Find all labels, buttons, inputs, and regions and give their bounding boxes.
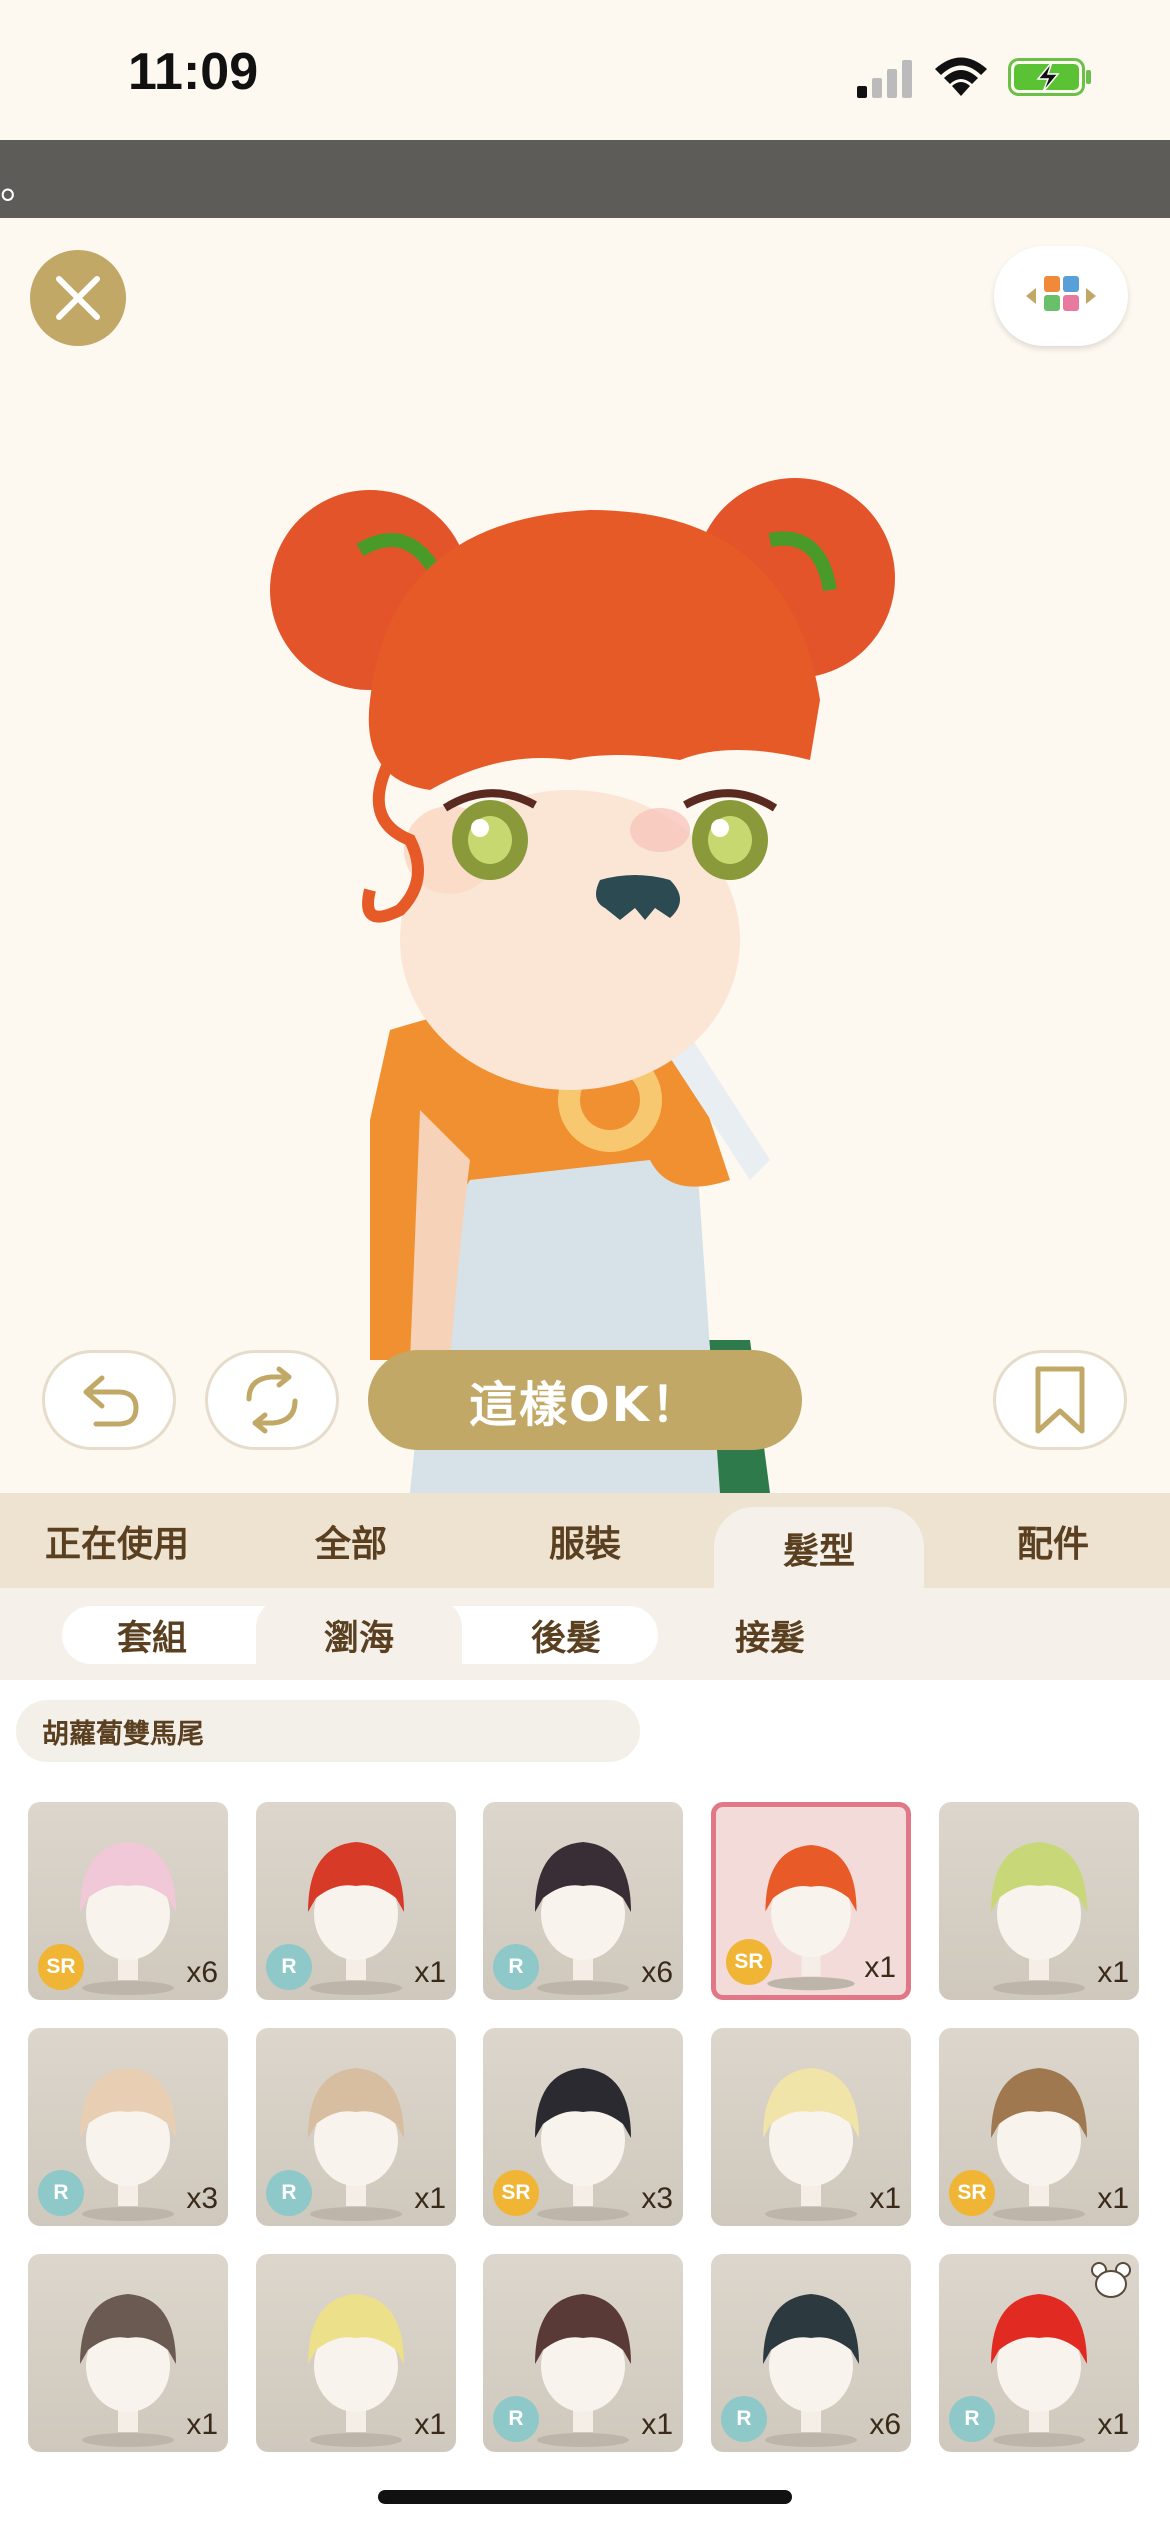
home-indicator: [378, 2490, 792, 2504]
close-button[interactable]: [30, 250, 126, 346]
banner-text: 。: [0, 162, 40, 208]
rarity-badge: R: [721, 2396, 767, 2442]
bookmark-button[interactable]: [993, 1350, 1127, 1450]
hair-item-tile[interactable]: x1: [711, 2028, 911, 2226]
item-count: x3: [641, 2182, 673, 2215]
sub-tab-extensions[interactable]: 接髮: [680, 1606, 860, 1664]
item-count: x6: [641, 1956, 673, 1989]
randomize-button[interactable]: [205, 1350, 339, 1450]
tab-all[interactable]: 全部: [234, 1493, 468, 1588]
item-count: x1: [414, 2408, 446, 2441]
grid-toggle-icon: [1026, 276, 1096, 311]
rarity-badge: R: [949, 2396, 995, 2442]
hair-item-tile[interactable]: Rx1: [483, 2254, 683, 2452]
wifi-icon: [935, 57, 987, 96]
shuffle-icon: [246, 1366, 298, 1434]
item-count: x1: [414, 2182, 446, 2215]
bookmark-icon: [1035, 1366, 1085, 1434]
selected-item-name: 胡蘿蔔雙馬尾: [16, 1700, 640, 1762]
rarity-badge: SR: [493, 2170, 539, 2216]
rarity-badge: R: [266, 1944, 312, 1990]
item-count: x1: [641, 2408, 673, 2441]
hair-item-tile[interactable]: x1: [939, 1802, 1139, 2000]
sub-tab-bangs[interactable]: 瀏海: [256, 1598, 462, 1672]
sub-tab-set[interactable]: 套組: [62, 1606, 242, 1664]
hair-item-tile[interactable]: Rx1: [939, 2254, 1139, 2452]
hair-item-tile[interactable]: SR x6: [28, 1802, 228, 2000]
confirm-ok-button[interactable]: 這樣OK！: [368, 1350, 802, 1450]
hair-item-tile[interactable]: Rx1: [256, 1802, 456, 2000]
item-count: x1: [414, 1956, 446, 1989]
hair-item-tile[interactable]: Rx3: [28, 2028, 228, 2226]
rarity-badge: R: [266, 2170, 312, 2216]
item-count: x1: [186, 2408, 218, 2441]
tab-clothing[interactable]: 服裝: [468, 1493, 702, 1588]
close-icon: [56, 276, 100, 320]
undo-icon: [83, 1375, 139, 1427]
tab-hairstyle[interactable]: 髮型: [714, 1507, 924, 1588]
item-count: x1: [1097, 1956, 1129, 1989]
item-count: x1: [864, 1951, 896, 1984]
sub-tab-back-hair[interactable]: 後髮: [476, 1606, 656, 1664]
rarity-badge: SR: [949, 2170, 995, 2216]
hair-item-tile[interactable]: SR x3: [483, 2028, 683, 2226]
item-count: x6: [186, 1956, 218, 1989]
notification-banner[interactable]: 。: [0, 140, 1170, 218]
item-count: x3: [186, 2182, 218, 2215]
item-count: x1: [869, 2182, 901, 2215]
hair-item-tile[interactable]: x1: [28, 2254, 228, 2452]
tab-in-use[interactable]: 正在使用: [0, 1493, 234, 1588]
hair-item-tile[interactable]: Rx6: [711, 2254, 911, 2452]
rarity-badge: R: [493, 2396, 539, 2442]
item-count: x1: [1097, 2182, 1129, 2215]
hair-item-tile[interactable]: x1: [256, 2254, 456, 2452]
item-grid-area: 胡蘿蔔雙馬尾 SR x6 Rx1 Rx6 SR x1 x1 Rx3 Rx1 SR x3 x1 SR x1 x…: [0, 1680, 1170, 2532]
undo-button[interactable]: [42, 1350, 176, 1450]
layout-toggle-button[interactable]: [994, 246, 1128, 346]
hair-item-tile[interactable]: SR x1: [939, 2028, 1139, 2226]
hair-item-tile[interactable]: Rx6: [483, 1802, 683, 2000]
cellular-signal-icon: [857, 60, 912, 98]
bear-icon: [1091, 2262, 1131, 2298]
category-tabs: 正在使用 全部 服裝 髮型 配件: [0, 1493, 1170, 1588]
hair-item-tile[interactable]: SR x1: [711, 1802, 911, 2000]
rarity-badge: SR: [726, 1939, 772, 1985]
item-count: x1: [1097, 2408, 1129, 2441]
item-count: x6: [869, 2408, 901, 2441]
tab-accessories[interactable]: 配件: [936, 1493, 1170, 1588]
battery-charging-icon: [1008, 58, 1091, 96]
rarity-badge: SR: [38, 1944, 84, 1990]
sub-tabs: 套組 瀏海 後髮 接髮: [0, 1588, 1170, 1680]
status-time: 11:09: [128, 43, 259, 101]
hair-item-tile[interactable]: Rx1: [256, 2028, 456, 2226]
status-bar: 11:09: [0, 0, 1170, 140]
avatar-character: [270, 478, 895, 1493]
rarity-badge: R: [493, 1944, 539, 1990]
rarity-badge: R: [38, 2170, 84, 2216]
